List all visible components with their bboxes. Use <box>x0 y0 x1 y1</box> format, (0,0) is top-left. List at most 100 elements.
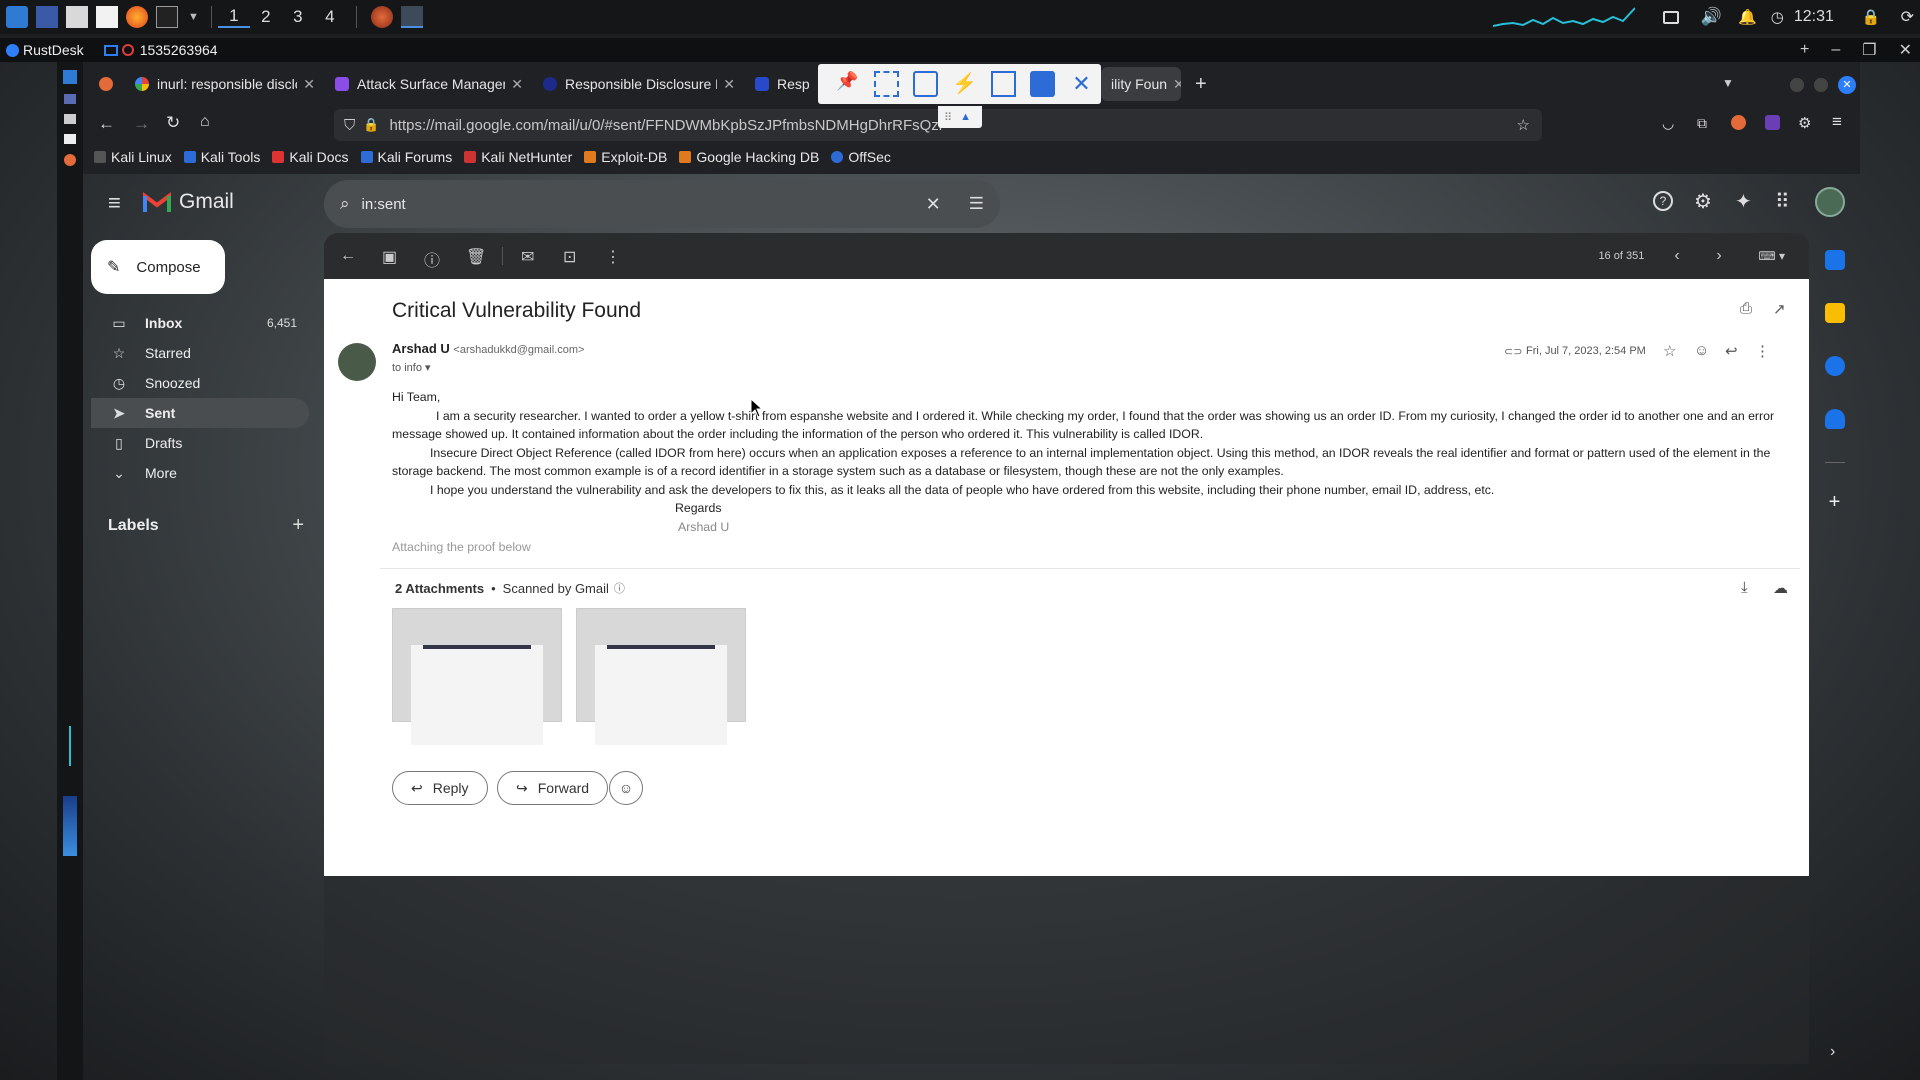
reply-icon[interactable]: ↩ <box>1725 342 1738 360</box>
collapse-chevron-icon[interactable]: ▲ <box>960 111 971 123</box>
url-text[interactable]: https://mail.google.com/mail/u/0/#sent/F… <box>389 117 949 134</box>
info-icon[interactable]: ⓘ <box>614 580 625 596</box>
more-actions-icon[interactable]: ⋮ <box>605 247 623 266</box>
minimize-button[interactable]: – <box>1831 41 1840 59</box>
text-editor-icon[interactable] <box>96 6 118 28</box>
clock-text[interactable]: 12:31 <box>1794 8 1834 26</box>
nav-sent[interactable]: ➤ Sent <box>91 398 309 428</box>
bookmark-kali-tools[interactable]: Kali Tools <box>183 149 260 165</box>
sender-avatar[interactable] <box>338 343 376 381</box>
download-all-icon[interactable]: ⤓ <box>1741 579 1748 596</box>
reload-button[interactable]: ↻ <box>166 113 180 133</box>
get-addons-icon[interactable]: + <box>1809 491 1860 514</box>
recipient-dropdown-icon[interactable]: ▾ <box>425 362 431 374</box>
extensions-icon[interactable]: ⧉ <box>1697 115 1707 132</box>
workspace-1[interactable]: 1 <box>217 6 250 28</box>
maximize-button[interactable]: ❐ <box>1862 40 1876 60</box>
bookmark-google-hacking-db[interactable]: Google Hacking DB <box>679 149 819 165</box>
notification-bell-icon[interactable]: 🔔 <box>1738 8 1757 26</box>
settings-gear-icon[interactable]: ⚙ <box>1798 114 1811 132</box>
search-input[interactable]: in:sent <box>362 196 406 213</box>
bookmark-star-icon[interactable]: ☆ <box>1517 116 1530 134</box>
kali-menu-icon[interactable] <box>6 6 28 28</box>
chevron-down-icon[interactable]: ▼ <box>188 11 199 23</box>
fullscreen-icon[interactable] <box>873 71 900 97</box>
keep-icon[interactable] <box>1824 303 1845 323</box>
compose-button[interactable]: ✎ Compose <box>91 240 225 294</box>
bookmark-kali-linux[interactable]: Kali Linux <box>94 149 172 165</box>
workspace-3[interactable]: 3 <box>282 7 314 27</box>
window-close-button[interactable]: ✕ <box>1838 76 1856 94</box>
main-menu-icon[interactable]: ≡ <box>108 190 121 216</box>
chat-icon[interactable] <box>1030 71 1056 97</box>
report-spam-icon[interactable]: ⓘ <box>424 247 442 270</box>
tab-close-icon[interactable]: ✕ <box>723 76 735 93</box>
display-settings-icon[interactable] <box>991 71 1017 97</box>
tab-gmail-active[interactable]: ility Foun ✕ <box>1101 67 1181 101</box>
remote-firefox-icon[interactable] <box>64 154 76 166</box>
sender-name[interactable]: Arshad U <box>392 341 450 356</box>
hamburger-menu-icon[interactable]: ≡ <box>1832 112 1842 132</box>
pocket-icon[interactable]: ◡ <box>1662 115 1674 132</box>
keyboard-input-icon[interactable]: ⌨ ▾ <box>1758 249 1785 263</box>
tab-responsible-disclosure[interactable]: Responsible Disclosure P ✕ <box>533 67 745 101</box>
search-icon[interactable]: ⌕ <box>340 194 350 214</box>
mail-search-bar[interactable]: ⌕ in:sent ✕ ☰ <box>324 180 1000 228</box>
bookmark-kali-nethunter[interactable]: Kali NetHunter <box>464 149 572 165</box>
delete-icon[interactable]: 🗑 <box>466 247 486 266</box>
remote-menu-icon[interactable] <box>63 70 77 84</box>
back-button[interactable]: ← <box>98 114 115 134</box>
add-label-icon[interactable]: + <box>292 514 304 537</box>
pin-icon[interactable]: 📌 <box>835 71 860 97</box>
lock-icon[interactable]: 🔒 <box>1862 8 1881 26</box>
lock-icon[interactable]: 🔒 <box>363 117 379 133</box>
reply-button[interactable]: ↩ Reply <box>392 771 488 805</box>
tab-close-icon[interactable]: ✕ <box>511 76 523 93</box>
remote-app-icon[interactable] <box>64 134 76 144</box>
tasks-icon[interactable] <box>1824 356 1845 376</box>
bookmark-kali-forums[interactable]: Kali Forums <box>360 149 452 165</box>
tab-close-icon[interactable]: ✕ <box>1173 76 1181 93</box>
tab-google-search[interactable]: inurl: responsible disclos ✕ <box>125 67 325 101</box>
rustdesk-toolbar-handle[interactable]: ⠿ ▲ <box>938 106 982 128</box>
nav-snoozed[interactable]: ◷ Snoozed <box>91 368 309 398</box>
nav-starred[interactable]: ☆ Starred <box>91 338 309 368</box>
file-manager-icon[interactable] <box>66 6 88 28</box>
terminal-icon[interactable] <box>156 6 178 28</box>
recipient-line[interactable]: to info ▾ <box>392 361 431 374</box>
rustdesk-window-icon[interactable] <box>400 6 423 28</box>
remote-app-icon[interactable] <box>64 94 76 104</box>
power-icon[interactable]: ⟳ <box>1901 7 1914 27</box>
account-avatar[interactable] <box>1815 187 1845 217</box>
home-button[interactable]: ⌂ <box>200 113 210 131</box>
help-icon[interactable]: ? <box>1653 191 1673 211</box>
google-apps-icon[interactable]: ⠿ <box>1775 189 1790 214</box>
clear-search-icon[interactable]: ✕ <box>926 194 941 215</box>
bookmark-offsec[interactable]: OffSec <box>831 149 891 165</box>
tab-close-icon[interactable]: ✕ <box>303 76 315 93</box>
extension-icon[interactable] <box>1765 115 1780 130</box>
bookmark-exploit-db[interactable]: Exploit-DB <box>584 149 667 165</box>
volume-icon[interactable]: 🔊 <box>1701 7 1722 27</box>
archive-icon[interactable]: ▣ <box>382 247 400 266</box>
gemini-sparkle-icon[interactable]: ✦ <box>1735 189 1752 214</box>
desktop-icon[interactable] <box>36 6 58 28</box>
settings-icon[interactable]: ⚙ <box>1694 189 1712 214</box>
older-chevron-icon[interactable]: › <box>1716 247 1734 265</box>
move-to-icon[interactable]: ⊡ <box>563 247 581 266</box>
more-options-icon[interactable]: ⋮ <box>1755 342 1770 360</box>
nav-drafts[interactable]: ▯ Drafts <box>91 428 309 458</box>
display-icon[interactable] <box>1662 10 1679 24</box>
list-all-tabs-icon[interactable]: ▼ <box>1722 76 1734 90</box>
action-bolt-icon[interactable]: ⚡ <box>952 71 977 97</box>
bookmark-kali-docs[interactable]: Kali Docs <box>272 149 349 165</box>
emoji-reaction-button[interactable]: ☺ <box>609 771 643 805</box>
mark-unread-icon[interactable]: ✉ <box>521 247 539 266</box>
new-tab-button[interactable]: + <box>1800 41 1809 59</box>
workspace-2[interactable]: 2 <box>250 7 282 27</box>
remote-app-icon[interactable] <box>64 114 76 124</box>
star-icon[interactable]: ☆ <box>1663 342 1676 360</box>
drag-handle-icon[interactable]: ⠿ <box>944 111 952 124</box>
contacts-icon[interactable] <box>1824 409 1845 429</box>
show-side-panel-icon[interactable]: › <box>1830 1043 1835 1061</box>
